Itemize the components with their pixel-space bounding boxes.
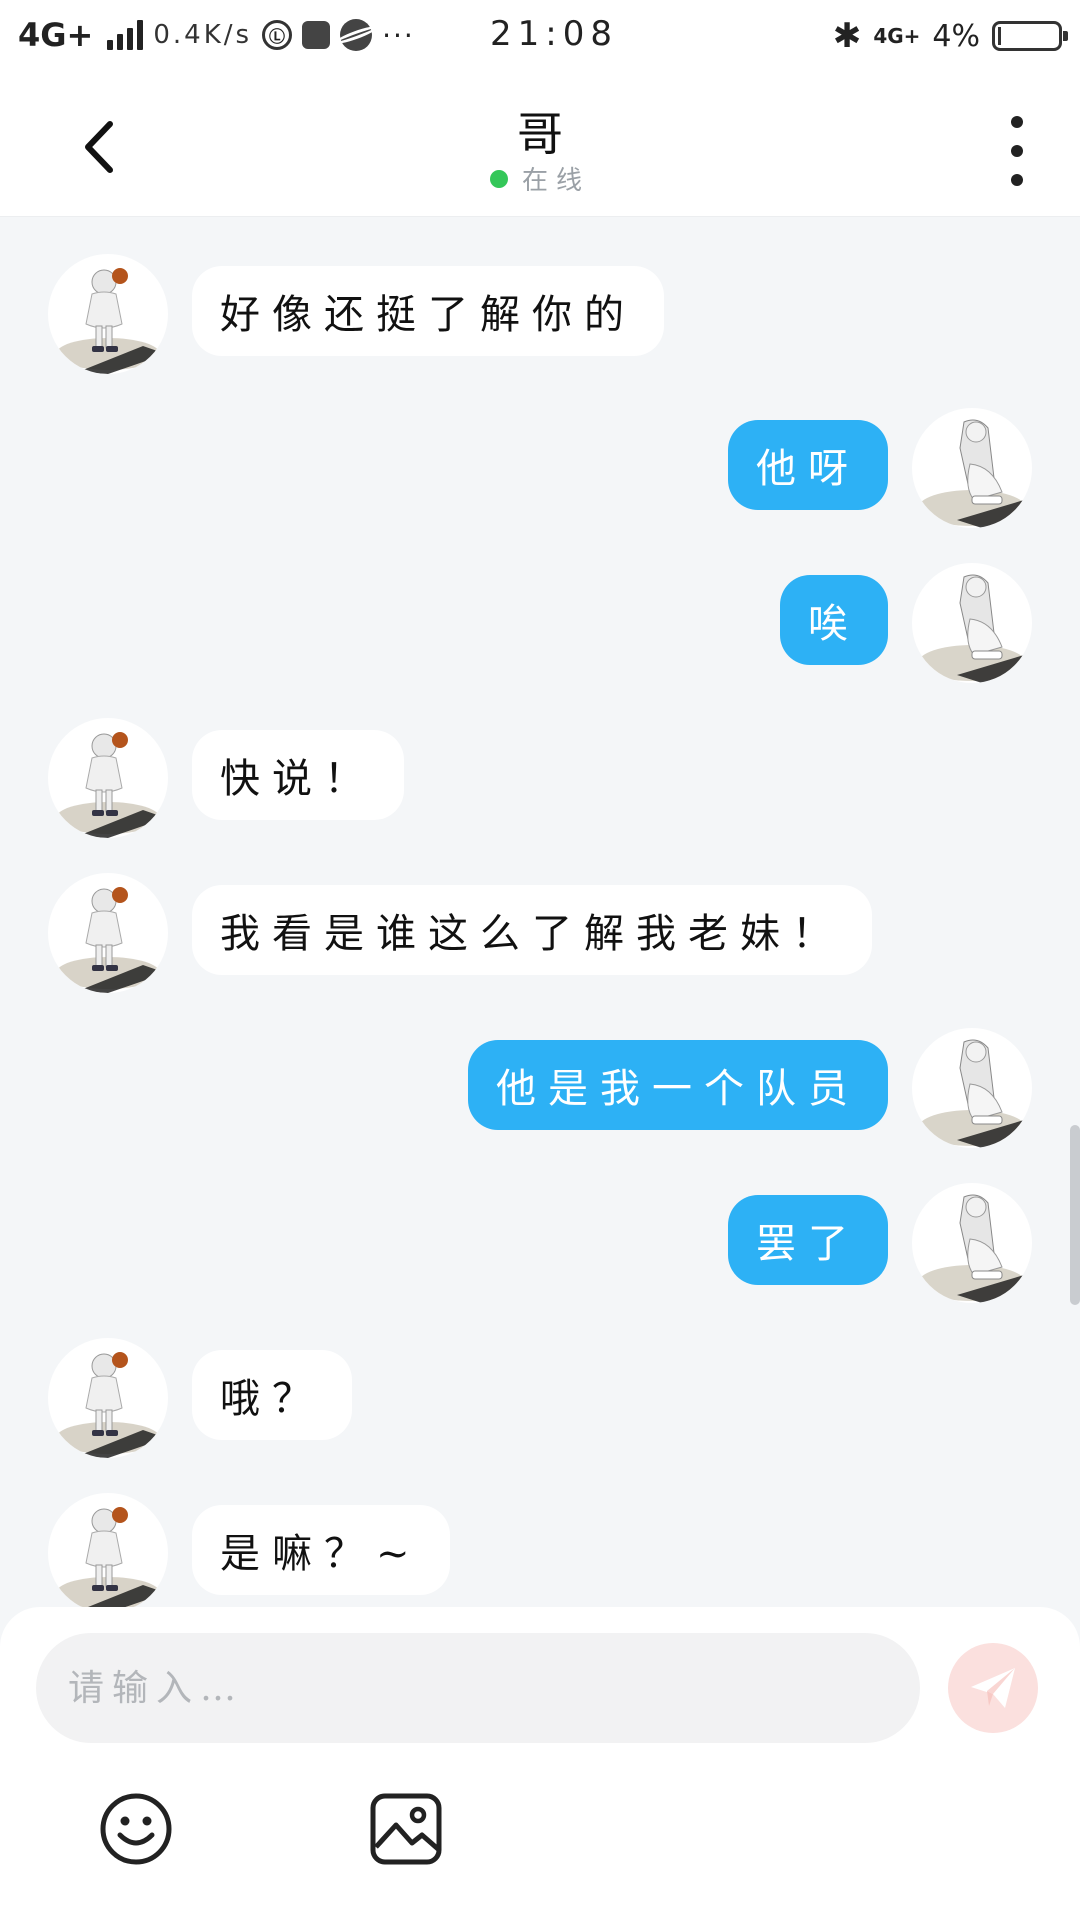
image-button[interactable] (368, 1791, 444, 1867)
message-bubble[interactable]: 哦？ (192, 1350, 352, 1440)
more-options-button[interactable] (1002, 116, 1032, 186)
message-row: 他是我一个队员 (0, 1028, 1080, 1148)
input-panel (0, 1607, 1080, 1920)
online-status: 在线 (0, 160, 1080, 197)
message-row: 哦？ (0, 1338, 1080, 1458)
avatar-figure-icon (56, 887, 166, 993)
battery-icon (992, 21, 1068, 51)
contact-name: 哥 (517, 107, 563, 161)
online-dot-icon (489, 169, 508, 188)
message-bubble[interactable]: 唉 (780, 575, 888, 665)
status-bar: 4G+ 0.4K/s Ⓛ ··· 21:08 ✱ 4G+ 4% (0, 0, 1080, 76)
message-row: 唉 (0, 563, 1080, 683)
avatar-figure-icon (918, 574, 1030, 683)
my-avatar[interactable] (912, 563, 1032, 683)
avatar-figure-icon (56, 1352, 166, 1458)
message-row: 罢了 (0, 1183, 1080, 1303)
image-icon (370, 1793, 442, 1865)
signal-icon (107, 20, 144, 50)
avatar-figure-icon (918, 419, 1030, 528)
message-row: 快说！ (0, 718, 1080, 838)
chat-header: 哥 在线 (0, 76, 1080, 217)
battery-percent: 4% (932, 18, 980, 54)
contact-avatar[interactable] (48, 254, 168, 374)
avatar-figure-icon (918, 1039, 1030, 1148)
send-button[interactable] (948, 1643, 1038, 1733)
emoji-button[interactable] (98, 1791, 174, 1867)
contact-avatar[interactable] (48, 873, 168, 993)
more-notifications-icon: ··· (382, 18, 415, 52)
contact-avatar[interactable] (48, 1338, 168, 1458)
smiley-icon (100, 1793, 172, 1865)
contact-avatar[interactable] (48, 1493, 168, 1607)
more-vertical-icon (1011, 116, 1023, 128)
my-avatar[interactable] (912, 1028, 1032, 1148)
avatar-figure-icon (56, 268, 166, 374)
network-speed: 0.4K/s (153, 20, 253, 50)
my-avatar[interactable] (912, 408, 1032, 528)
bluetooth-icon: ✱ (832, 16, 862, 56)
network-type-right: 4G+ (873, 24, 921, 48)
message-bubble[interactable]: 是嘛？~ (192, 1505, 450, 1595)
online-status-label: 在线 (521, 166, 590, 196)
message-bubble[interactable]: 好像还挺了解你的 (192, 266, 664, 356)
contact-avatar[interactable] (48, 718, 168, 838)
message-bubble[interactable]: 他是我一个队员 (468, 1040, 888, 1130)
message-bubble[interactable]: 他呀 (728, 420, 888, 510)
network-type: 4G+ (18, 16, 94, 54)
message-bubble[interactable]: 我看是谁这么了解我老妹！ (192, 885, 872, 975)
message-bubble[interactable]: 快说！ (192, 730, 404, 820)
message-row: 好像还挺了解你的 (0, 254, 1080, 374)
app-notification-icon: Ⓛ (262, 20, 293, 50)
paper-plane-icon (971, 1668, 1015, 1708)
my-avatar[interactable] (912, 1183, 1032, 1303)
scrollbar[interactable] (1070, 1125, 1080, 1305)
status-time: 21:08 (490, 14, 618, 54)
app-square-icon (302, 21, 331, 49)
chat-screen: 4G+ 0.4K/s Ⓛ ··· 21:08 ✱ 4G+ 4% 哥 在线 好像还… (0, 0, 1080, 1920)
status-left: 4G+ 0.4K/s Ⓛ ··· (18, 16, 415, 54)
message-row: 他呀 (0, 408, 1080, 528)
planet-icon (340, 19, 373, 51)
avatar-figure-icon (918, 1194, 1030, 1303)
avatar-figure-icon (56, 1507, 166, 1607)
message-list[interactable]: 好像还挺了解你的 他呀 唉 快说！ 我看是谁这么了解我老妹！ 他是我一个队员 罢… (0, 217, 1080, 1607)
message-input[interactable] (36, 1633, 920, 1743)
message-row: 是嘛？~ (0, 1493, 1080, 1607)
message-bubble[interactable]: 罢了 (728, 1195, 888, 1285)
message-row: 我看是谁这么了解我老妹！ (0, 873, 1080, 993)
status-right: ✱ 4G+ 4% (832, 16, 1068, 56)
avatar-figure-icon (56, 732, 166, 838)
